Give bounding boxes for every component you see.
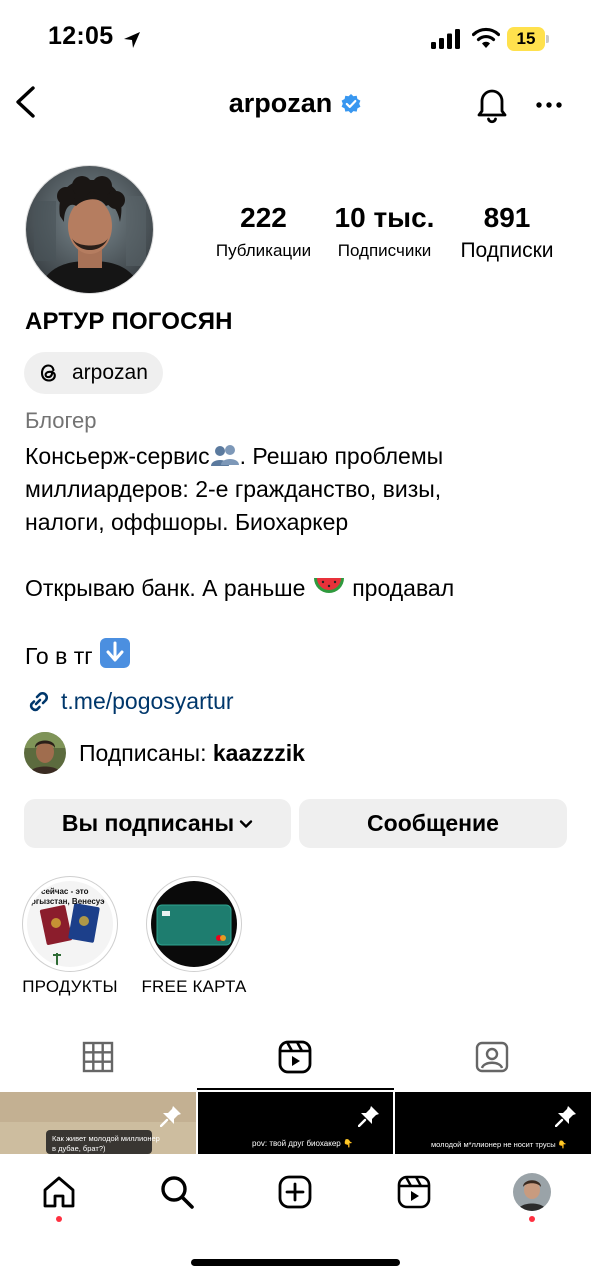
bio-text: Го в тг: [25, 643, 100, 669]
location-arrow-icon: [122, 30, 142, 50]
threads-badge[interactable]: arpozan: [24, 352, 163, 394]
stat-posts[interactable]: 222 Публикации: [205, 200, 322, 262]
threads-icon: [38, 362, 60, 384]
grid-tab-icon[interactable]: [82, 1041, 114, 1073]
search-icon[interactable]: [159, 1174, 195, 1210]
link-icon: [25, 689, 51, 715]
stat-followers[interactable]: 10 тыс. Подписчики: [327, 200, 442, 262]
stat-followers-value: 10 тыс.: [334, 202, 435, 233]
bio-text: миллиардеров: 2-е гражданство, визы,: [25, 476, 442, 502]
profile-category: Блогер: [25, 408, 97, 433]
bio-text: . Решаю проблемы: [239, 443, 444, 469]
tagged-tab-icon[interactable]: [475, 1041, 509, 1073]
profile-avatar[interactable]: [25, 165, 154, 294]
down-arrow-emoji-icon: [99, 638, 131, 668]
following-button[interactable]: Вы подписаны: [24, 799, 291, 848]
highlight-label: ПРОДУКТЫ: [22, 977, 118, 996]
following-button-label: Вы подписаны: [61, 810, 235, 836]
chevron-down-icon: [239, 819, 253, 829]
stat-posts-value: 222: [240, 202, 287, 233]
reel-thumbnail[interactable]: Как живет молодой миллионер в дубае, бра…: [0, 1092, 196, 1154]
message-button-label: Сообщение: [367, 810, 499, 836]
highlight-ring: [146, 876, 242, 972]
profile-full-name: АРТУР ПОГОСЯН: [25, 308, 233, 335]
bio-text: налоги, оффшоры. Биохаркер: [25, 509, 349, 535]
reel-caption: молодой м*ллионер не носит трусы 👇: [431, 1140, 568, 1149]
bio-text: продавал: [345, 575, 455, 601]
followed-by-user: kaazzzik: [212, 739, 305, 766]
battery-level: 15: [516, 29, 536, 48]
profile-tab-avatar[interactable]: [513, 1173, 551, 1211]
verified-badge-icon: [340, 93, 362, 115]
more-options-button[interactable]: [535, 100, 563, 110]
pin-icon: [555, 1105, 577, 1127]
active-tab-indicator: [197, 1088, 394, 1090]
profile-bio: Консьерж-сервис . Решаю проблемы миллиард…: [25, 440, 575, 673]
home-indicator: [191, 1259, 400, 1266]
stat-following[interactable]: 891 Подписки: [449, 200, 565, 262]
battery-icon: 15: [507, 27, 545, 51]
bio-text: Консьерж-сервис: [25, 443, 210, 469]
highlight-products[interactable]: сейчас - это ргызстан, Венесуэ ПРОДУКТЫ: [14, 876, 126, 997]
bio-text: Открываю банк. А раньше: [25, 575, 312, 601]
cellular-signal-icon: [431, 29, 463, 49]
threads-handle: arpozan: [72, 361, 148, 384]
create-post-icon[interactable]: [277, 1174, 313, 1210]
watermelon-emoji-icon: [312, 575, 346, 599]
highlight-cover: сейчас - это ргызстан, Венесуэ: [27, 881, 113, 967]
profile-notification-dot: [529, 1216, 535, 1222]
people-emoji-icon: [210, 445, 240, 467]
reel-caption: pov: твой друг биохакер 👇: [252, 1139, 353, 1148]
status-time: 12:05: [48, 22, 114, 50]
message-button[interactable]: Сообщение: [299, 799, 567, 848]
reel-caption: в дубае, брат?): [52, 1144, 106, 1153]
stat-followers-label: Подписчики: [337, 241, 432, 260]
bio-link-text: t.me/pogosyartur: [61, 688, 234, 714]
battery-nub: [546, 35, 549, 43]
stat-posts-label: Публикации: [215, 241, 312, 260]
pin-icon: [160, 1105, 182, 1127]
reel-thumbnail[interactable]: pov: твой друг биохакер 👇: [198, 1092, 393, 1154]
highlight-cover-text: сейчас - это: [41, 887, 89, 896]
highlight-ring: сейчас - это ргызстан, Венесуэ: [22, 876, 118, 972]
highlight-cover: [151, 881, 237, 967]
home-notification-dot: [56, 1216, 62, 1222]
follower-avatar: [24, 732, 66, 774]
bio-link[interactable]: t.me/pogosyartur: [25, 688, 234, 715]
reel-thumbnail[interactable]: молодой м*ллионер не носит трусы 👇: [395, 1092, 591, 1154]
stat-following-value: 891: [483, 202, 531, 233]
wifi-icon: [472, 27, 500, 49]
highlight-label: FREE КАРТА: [141, 977, 247, 996]
reels-tab-icon[interactable]: [278, 1040, 312, 1074]
stat-following-label: Подписки: [460, 239, 554, 262]
home-icon[interactable]: [41, 1174, 77, 1210]
reel-caption: Как живет молодой миллионер: [52, 1134, 160, 1143]
reels-icon[interactable]: [396, 1174, 432, 1210]
header-username: arpozan: [228, 88, 333, 118]
highlight-free-card[interactable]: FREE КАРТА: [138, 876, 250, 997]
notifications-bell-button[interactable]: [474, 84, 510, 124]
highlight-cover-text: ргызстан, Венесуэ: [31, 897, 105, 906]
pin-icon: [358, 1105, 380, 1127]
followed-by-row[interactable]: Подписаны: kaazzzik: [24, 732, 305, 774]
followed-by-text: Подписаны: kaazzzik: [79, 739, 305, 766]
